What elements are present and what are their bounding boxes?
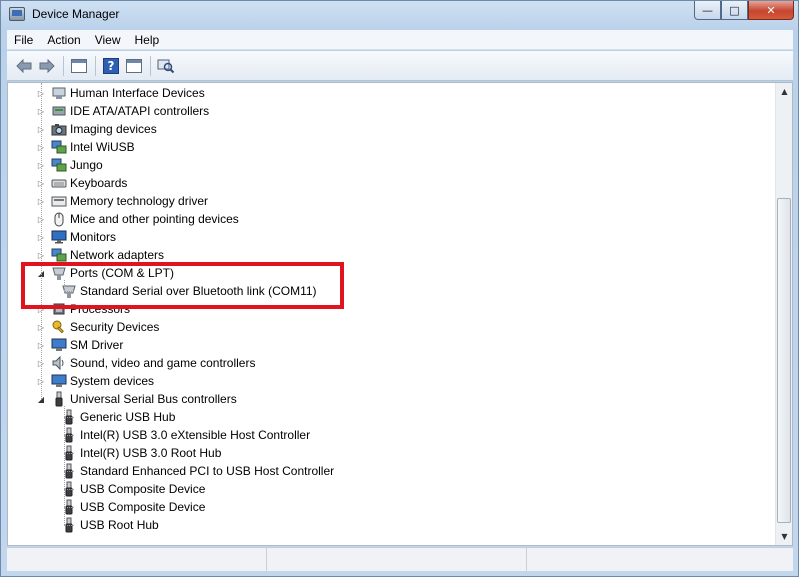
tree-connector <box>64 417 74 418</box>
tree-node-label: Monitors <box>70 230 117 244</box>
tree-node-label: Intel(R) USB 3.0 eXtensible Host Control… <box>80 428 311 442</box>
device-tree-pane[interactable]: ▷ Human Interface Devices ▷ IDE ATA/ATAPI c… <box>7 82 793 546</box>
menu-bar: File Action View Help <box>7 30 793 50</box>
tree-node-label: Intel WiUSB <box>70 140 135 154</box>
scroll-down-button[interactable]: ▼ <box>776 528 792 545</box>
tree-category-imaging-devices[interactable]: ▷ Imaging devices <box>36 120 157 138</box>
hid-icon <box>51 85 67 101</box>
status-pane <box>7 548 267 571</box>
camera-icon <box>51 121 67 137</box>
tree-connector <box>64 471 74 472</box>
tree-node-label: USB Composite Device <box>80 482 206 496</box>
title-bar[interactable]: Device Manager — □ ✕ <box>1 1 798 29</box>
monitor-icon <box>51 229 67 245</box>
tree-device-usb-composite-device[interactable]: USB Composite Device <box>56 498 205 516</box>
tree-category-monitors[interactable]: ▷ Monitors <box>36 228 116 246</box>
tree-node-label: Sound, video and game controllers <box>70 356 256 370</box>
tree-category-human-interface-devices[interactable]: ▷ Human Interface Devices <box>36 84 205 102</box>
tree-node-label: Human Interface Devices <box>70 86 205 100</box>
help-icon[interactable]: ? <box>100 55 122 77</box>
tree-device-standard-enhanced-pci-to-usb-host-controller[interactable]: Standard Enhanced PCI to USB Host Contro… <box>56 462 334 480</box>
window-title: Device Manager <box>32 7 120 21</box>
toolbar: ? <box>7 51 793 81</box>
network-icon <box>51 157 67 173</box>
ide-controller-icon <box>51 103 67 119</box>
toolbar-separator <box>150 55 151 76</box>
tree-device-usb-composite-device[interactable]: USB Composite Device <box>56 480 205 498</box>
tree-category-sm-driver[interactable]: ▷ SM Driver <box>36 336 123 354</box>
device-manager-window: Device Manager — □ ✕ File Action View He… <box>0 0 799 577</box>
network-icon <box>51 247 67 263</box>
tree-category-sound-video-and-game-controllers[interactable]: ▷ Sound, video and game controllers <box>36 354 255 372</box>
tree-device-intel-r-usb-3-0-root-hub[interactable]: Intel(R) USB 3.0 Root Hub <box>56 444 221 462</box>
status-pane <box>267 548 527 571</box>
device-manager-app-icon <box>9 7 25 21</box>
device-tree: ▷ Human Interface Devices ▷ IDE ATA/ATAPI c… <box>8 83 776 545</box>
usb-icon <box>51 391 67 407</box>
annotation-highlight-box <box>21 262 344 309</box>
tree-category-memory-technology-driver[interactable]: ▷ Memory technology driver <box>36 192 208 210</box>
tree-node-label: Standard Enhanced PCI to USB Host Contro… <box>80 464 335 478</box>
tree-category-jungo[interactable]: ▷ Jungo <box>36 156 103 174</box>
tree-category-system-devices[interactable]: ▷ System devices <box>36 372 154 390</box>
tree-connector <box>41 83 42 399</box>
toolbar-separator <box>95 55 96 76</box>
tree-node-label: System devices <box>70 374 155 388</box>
key-icon <box>51 319 67 335</box>
properties-icon[interactable] <box>123 55 145 77</box>
menu-file[interactable]: File <box>7 33 40 47</box>
maximize-button[interactable]: □ <box>721 1 748 20</box>
caption-buttons: — □ ✕ <box>694 1 794 21</box>
tree-node-label: Security Devices <box>70 320 160 334</box>
keyboard-icon <box>51 175 67 191</box>
back-arrow-icon[interactable] <box>13 55 35 77</box>
scroll-up-button[interactable]: ▲ <box>776 83 792 100</box>
tree-node-label: Jungo <box>70 158 103 172</box>
show-hide-console-tree-icon[interactable] <box>68 55 90 77</box>
menu-action[interactable]: Action <box>40 33 87 47</box>
menu-view[interactable]: View <box>88 33 128 47</box>
tree-node-label: USB Composite Device <box>80 500 206 514</box>
status-bar <box>7 547 793 571</box>
tree-device-intel-r-usb-3-0-extensible-host-controller[interactable]: Intel(R) USB 3.0 eXtensible Host Control… <box>56 426 310 444</box>
scan-hardware-icon[interactable] <box>155 55 177 77</box>
computer-icon <box>51 337 67 353</box>
tree-node-label: Intel(R) USB 3.0 Root Hub <box>80 446 222 460</box>
tree-category-mice-and-other-pointing-devices[interactable]: ▷ Mice and other pointing devices <box>36 210 239 228</box>
tree-node-label: IDE ATA/ATAPI controllers <box>70 104 210 118</box>
mouse-icon <box>51 211 67 227</box>
tree-category-universal-serial-bus-controllers[interactable]: ◢ Universal Serial Bus controllers <box>36 390 237 408</box>
tree-connector <box>64 435 74 436</box>
speaker-icon <box>51 355 67 371</box>
tree-connector <box>64 489 74 490</box>
network-icon <box>51 139 67 155</box>
tree-node-label: Network adapters <box>70 248 165 262</box>
tree-category-security-devices[interactable]: ▷ Security Devices <box>36 318 159 336</box>
tree-node-label: Memory technology driver <box>70 194 209 208</box>
menu-help[interactable]: Help <box>128 33 167 47</box>
tree-category-keyboards[interactable]: ▷ Keyboards <box>36 174 127 192</box>
close-button[interactable]: ✕ <box>748 1 794 20</box>
minimize-button[interactable]: — <box>694 1 721 20</box>
memory-icon <box>51 193 67 209</box>
tree-node-label: Keyboards <box>70 176 128 190</box>
tree-connector <box>64 453 74 454</box>
tree-node-label: USB Root Hub <box>80 518 159 532</box>
tree-connector <box>64 406 65 525</box>
vertical-scrollbar[interactable]: ▲ ▼ <box>775 83 792 545</box>
tree-node-label: SM Driver <box>70 338 124 352</box>
tree-category-ide-ata-atapi-controllers[interactable]: ▷ IDE ATA/ATAPI controllers <box>36 102 209 120</box>
tree-node-label: Imaging devices <box>70 122 157 136</box>
tree-connector <box>64 507 74 508</box>
tree-node-label: Mice and other pointing devices <box>70 212 239 226</box>
tree-node-label: Generic USB Hub <box>80 410 176 424</box>
tree-node-label: Universal Serial Bus controllers <box>70 392 237 406</box>
computer-icon <box>51 373 67 389</box>
tree-connector <box>64 525 74 526</box>
toolbar-separator <box>63 55 64 76</box>
tree-category-intel-wiusb[interactable]: ▷ Intel WiUSB <box>36 138 135 156</box>
scrollbar-thumb[interactable] <box>777 198 791 523</box>
forward-arrow-icon[interactable] <box>36 55 58 77</box>
